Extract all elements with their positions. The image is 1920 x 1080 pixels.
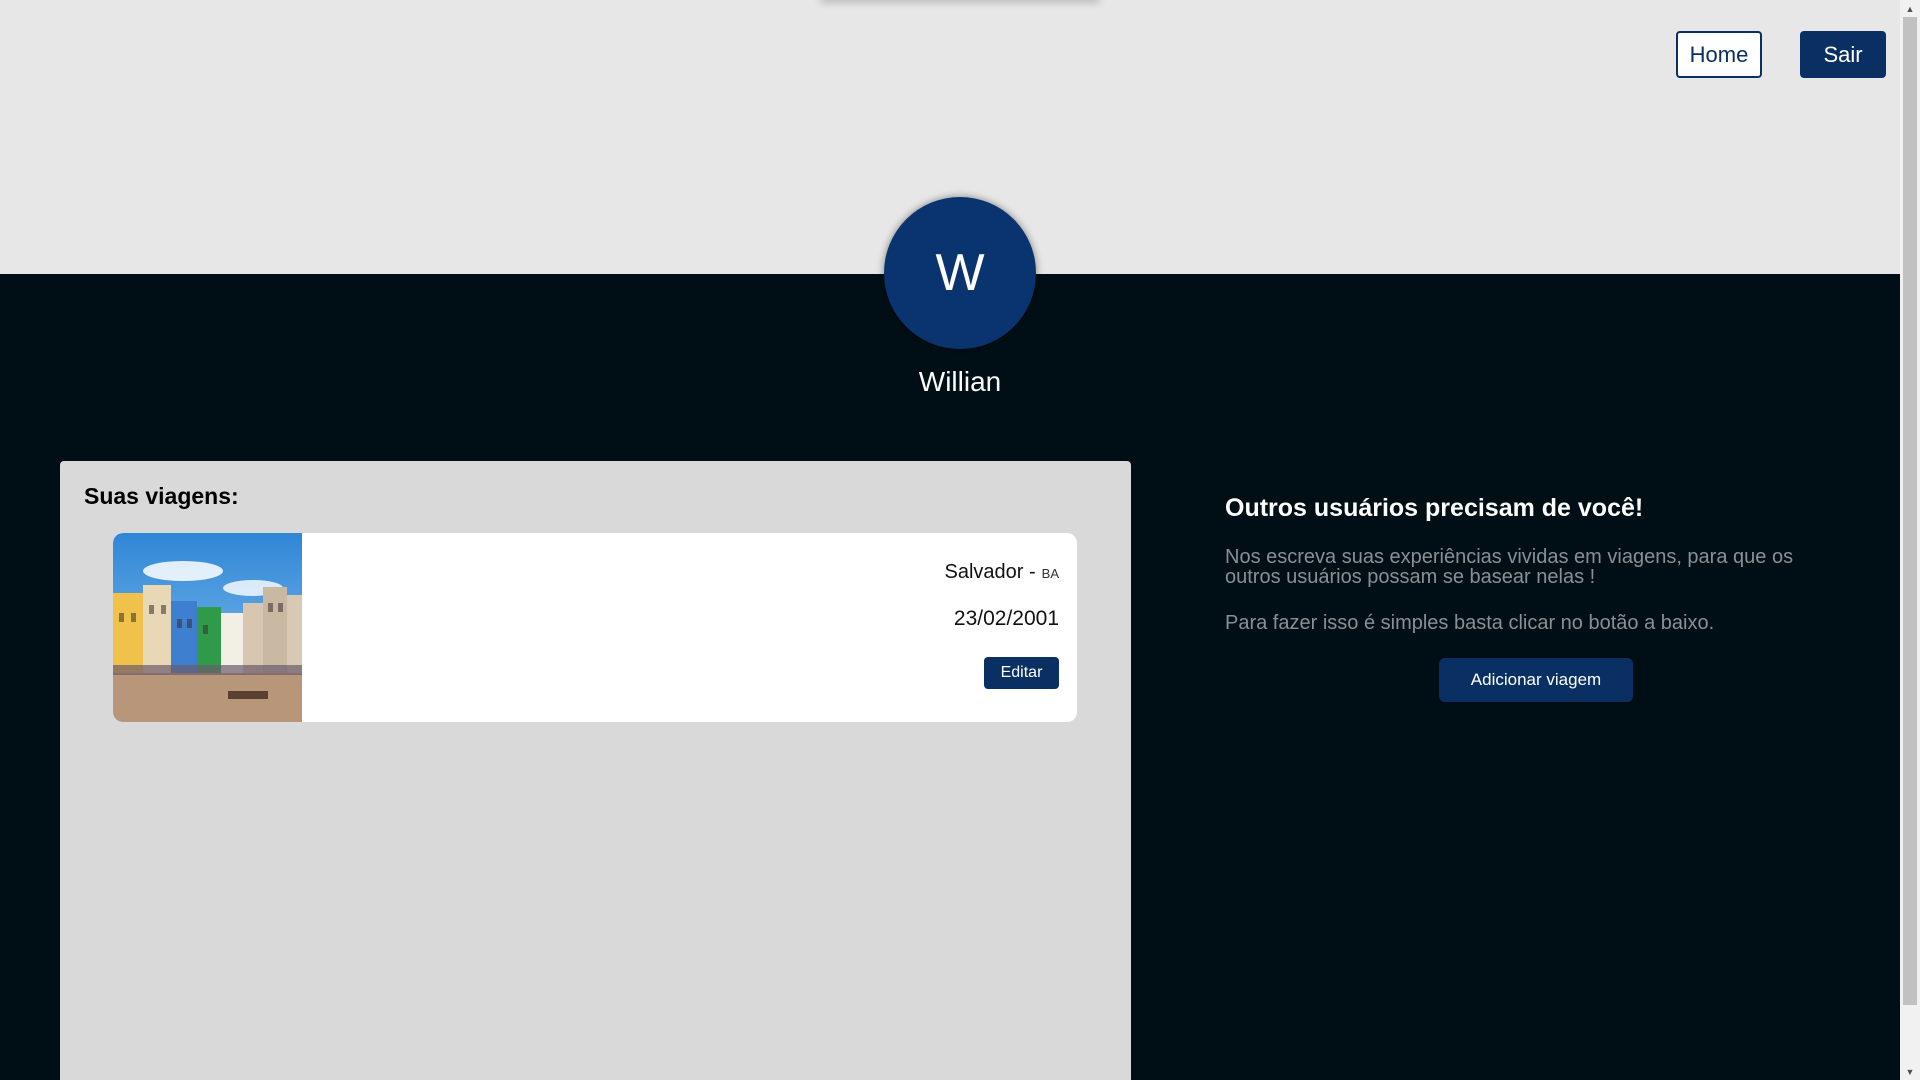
- edit-trip-button[interactable]: Editar: [984, 657, 1059, 689]
- scrollbar-thumb[interactable]: [1903, 17, 1917, 1005]
- trip-photo: [113, 533, 302, 722]
- info-title: Outros usuários precisam de você!: [1225, 494, 1644, 522]
- trip-state: BA: [1041, 566, 1059, 581]
- trip-city: Salvador -: [944, 561, 1036, 583]
- trip-location: Salvador - BA: [945, 561, 1060, 584]
- trips-panel: Suas viagens: Salvador - BA 23/02/2001 E…: [60, 461, 1131, 1080]
- user-name: Willian: [918, 366, 1002, 397]
- avatar: W: [884, 197, 1036, 349]
- trip-date: 23/02/2001: [953, 607, 1059, 630]
- trips-title: Suas viagens:: [84, 483, 239, 509]
- page-scrollbar[interactable]: ▲ ▼: [1900, 0, 1920, 1080]
- scroll-up-arrow-icon[interactable]: ▲: [1900, 0, 1920, 17]
- logout-button[interactable]: Sair: [1800, 31, 1886, 78]
- trip-photo-image: [113, 533, 302, 722]
- add-trip-button[interactable]: Adicionar viagem: [1439, 658, 1633, 702]
- info-paragraph-2: Para fazer isso é simples basta clicar n…: [1225, 612, 1715, 634]
- avatar-initial: W: [935, 244, 985, 302]
- home-button[interactable]: Home: [1676, 31, 1762, 78]
- scroll-down-arrow-icon[interactable]: ▼: [1900, 1063, 1920, 1080]
- info-paragraph-1: Nos escreva suas experiências vividas em…: [1225, 546, 1794, 588]
- trip-card: Salvador - BA 23/02/2001 Editar: [113, 533, 1077, 722]
